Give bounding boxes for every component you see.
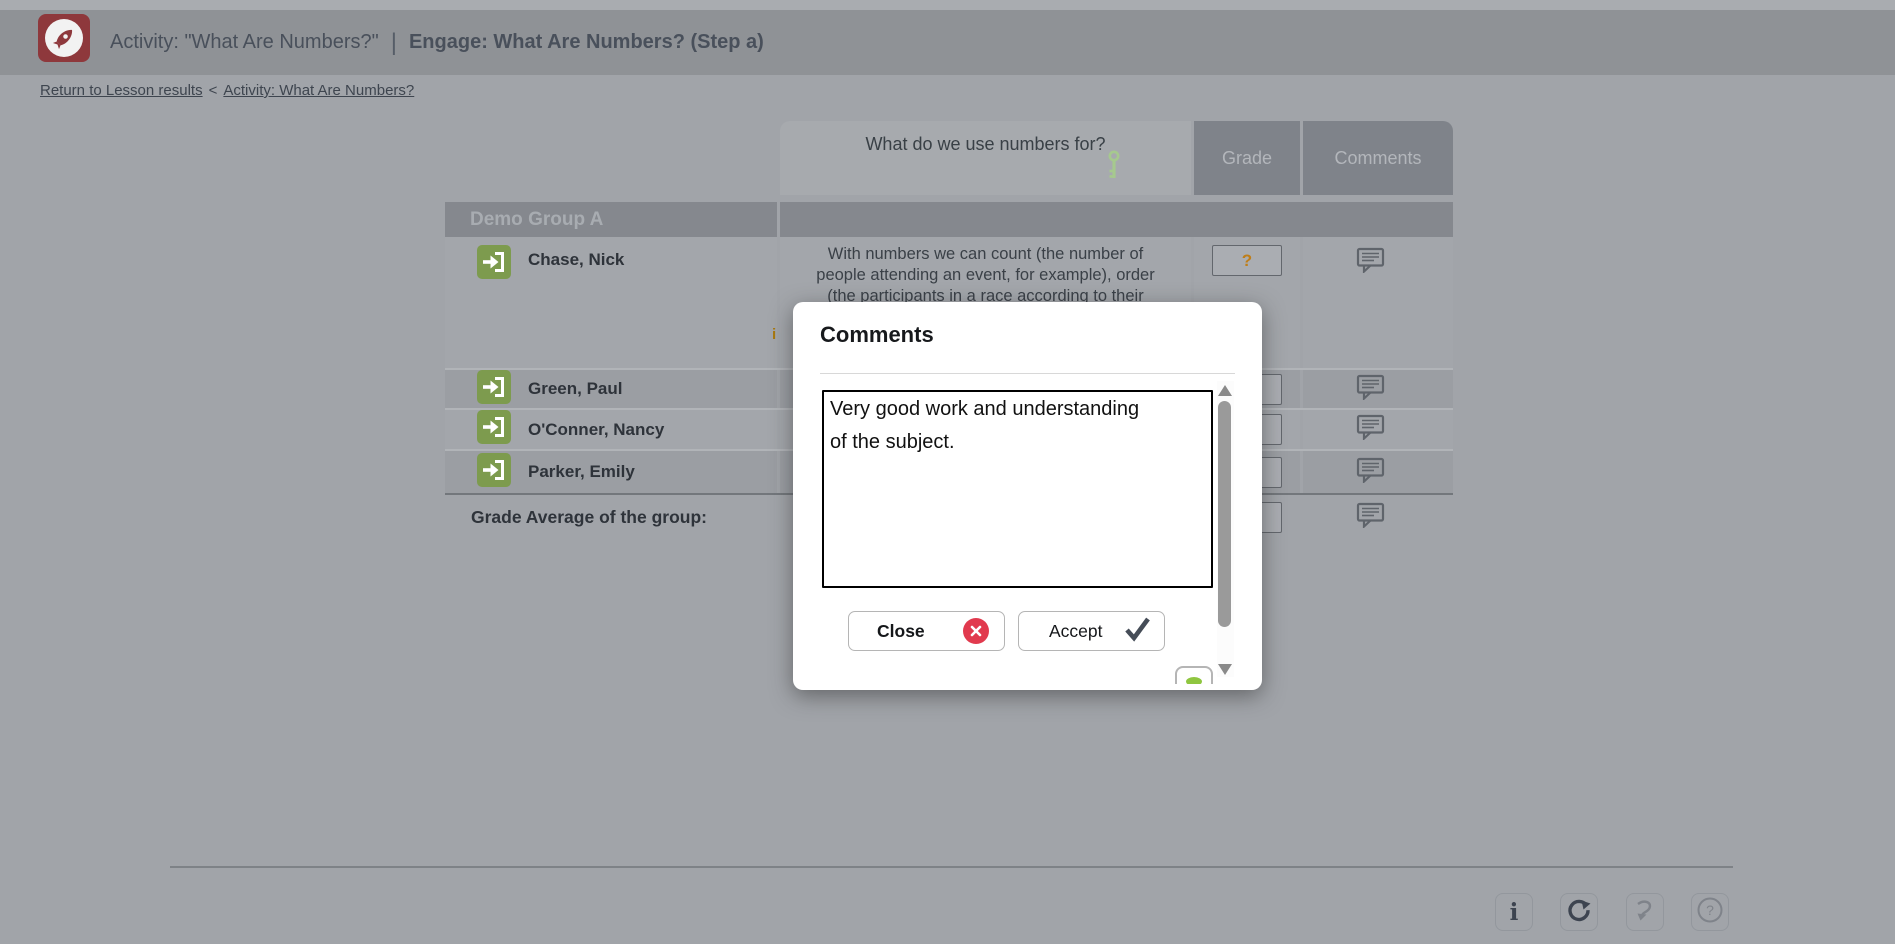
- close-button[interactable]: Close: [848, 611, 1005, 651]
- comment-textarea[interactable]: Very good work and understanding of the …: [822, 390, 1213, 588]
- grade-value: ?: [1241, 250, 1253, 270]
- enter-student-icon[interactable]: [477, 452, 511, 492]
- enter-student-icon[interactable]: [477, 245, 511, 284]
- student-name-cell: Chase, Nick: [445, 237, 777, 368]
- comment-bubble-icon[interactable]: [1356, 457, 1385, 488]
- dialog-scrollbar: [1217, 381, 1234, 677]
- student-name: Green, Paul: [528, 379, 623, 398]
- close-button-label: Close: [877, 620, 925, 641]
- dialog-divider: [820, 373, 1235, 374]
- student-name: Parker, Emily: [528, 462, 635, 481]
- info-icon: i: [1509, 898, 1519, 926]
- breadcrumb: Return to Lesson results < Activity: What …: [40, 82, 414, 99]
- close-x-icon: [963, 618, 989, 644]
- scroll-up-arrow[interactable]: [1218, 385, 1232, 396]
- refresh-icon: [1566, 897, 1592, 928]
- step-title: Engage: What Are Numbers? (Step a): [408, 31, 764, 53]
- comments-dialog: Comments Very good work and understandin…: [793, 302, 1262, 690]
- student-name-cell: Green, Paul: [445, 369, 777, 409]
- help-icon: ?: [1696, 896, 1724, 929]
- comments-column-header: Comments: [1303, 121, 1453, 195]
- grade-column-header: Grade: [1194, 121, 1300, 195]
- breadcrumb-separator: <: [208, 82, 218, 99]
- app-logo[interactable]: [38, 14, 90, 62]
- transfer-button[interactable]: [1626, 893, 1664, 931]
- comment-bubble-icon[interactable]: [1356, 414, 1385, 445]
- help-button[interactable]: ?: [1691, 893, 1729, 931]
- page: Activity: "What Are Numbers?" | Engage: …: [0, 0, 1895, 944]
- answer-line: people attending an event, for example),…: [816, 266, 1155, 284]
- comments-cell: [1303, 451, 1453, 493]
- comment-bubble-icon[interactable]: [1356, 247, 1385, 278]
- comments-header-label: Comments: [1334, 147, 1422, 168]
- question-header-label: What do we use numbers for?: [865, 134, 1106, 154]
- group-header: Demo Group A: [445, 202, 777, 237]
- key-icon: [1106, 150, 1122, 185]
- page-title: Activity: "What Are Numbers?" | Engage: …: [110, 10, 764, 75]
- scroll-down-arrow[interactable]: [1218, 664, 1232, 675]
- obscured-text-fragment: i: [772, 326, 777, 343]
- comments-cell: [1303, 237, 1453, 368]
- top-strip: [0, 0, 1895, 10]
- grade-average-label: Grade Average of the group:: [471, 507, 707, 527]
- partially-hidden-grade-button[interactable]: [1175, 666, 1213, 684]
- rocket-icon: [45, 19, 83, 57]
- accept-check-icon: [1122, 615, 1152, 648]
- svg-text:?: ?: [1706, 902, 1714, 918]
- question-column-header: What do we use numbers for?: [780, 121, 1191, 195]
- curved-arrow-icon: [1632, 897, 1658, 928]
- return-to-lesson-link[interactable]: Return to Lesson results: [40, 82, 203, 99]
- group-name: Demo Group A: [470, 208, 604, 230]
- scrollbar-thumb[interactable]: [1218, 401, 1231, 627]
- comment-bubble-icon[interactable]: [1356, 502, 1385, 533]
- refresh-button[interactable]: [1560, 893, 1598, 931]
- dialog-scroll-area: Very good work and understanding of the …: [793, 380, 1262, 684]
- student-name-cell: O'Conner, Nancy: [445, 410, 777, 449]
- title-separator: |: [390, 28, 397, 56]
- student-name-cell: Parker, Emily: [445, 451, 777, 493]
- comments-cell: [1303, 410, 1453, 449]
- comments-cell: [1303, 370, 1453, 408]
- info-button[interactable]: i: [1495, 893, 1533, 931]
- grade-header-label: Grade: [1221, 147, 1273, 168]
- comment-bubble-icon[interactable]: [1356, 374, 1385, 405]
- dialog-title: Comments: [820, 322, 934, 347]
- average-comments-cell: [1303, 495, 1453, 540]
- enter-student-icon[interactable]: [477, 369, 511, 409]
- app-header: Activity: "What Are Numbers?" | Engage: …: [0, 10, 1895, 75]
- accept-button-label: Accept: [1049, 620, 1103, 641]
- activity-title: Activity: "What Are Numbers?": [110, 31, 379, 53]
- answer-line: With numbers we can count (the number of: [827, 245, 1144, 263]
- group-header-extension: [780, 202, 1453, 237]
- activity-link[interactable]: Activity: What Are Numbers?: [223, 82, 414, 99]
- green-dot-icon: [1186, 677, 1202, 684]
- grade-input-box[interactable]: ?: [1212, 245, 1282, 276]
- enter-student-icon[interactable]: [477, 410, 511, 449]
- student-name: O'Conner, Nancy: [528, 419, 665, 439]
- accept-button[interactable]: Accept: [1018, 611, 1165, 651]
- student-name: Chase, Nick: [528, 250, 625, 269]
- footer-divider: [170, 866, 1733, 868]
